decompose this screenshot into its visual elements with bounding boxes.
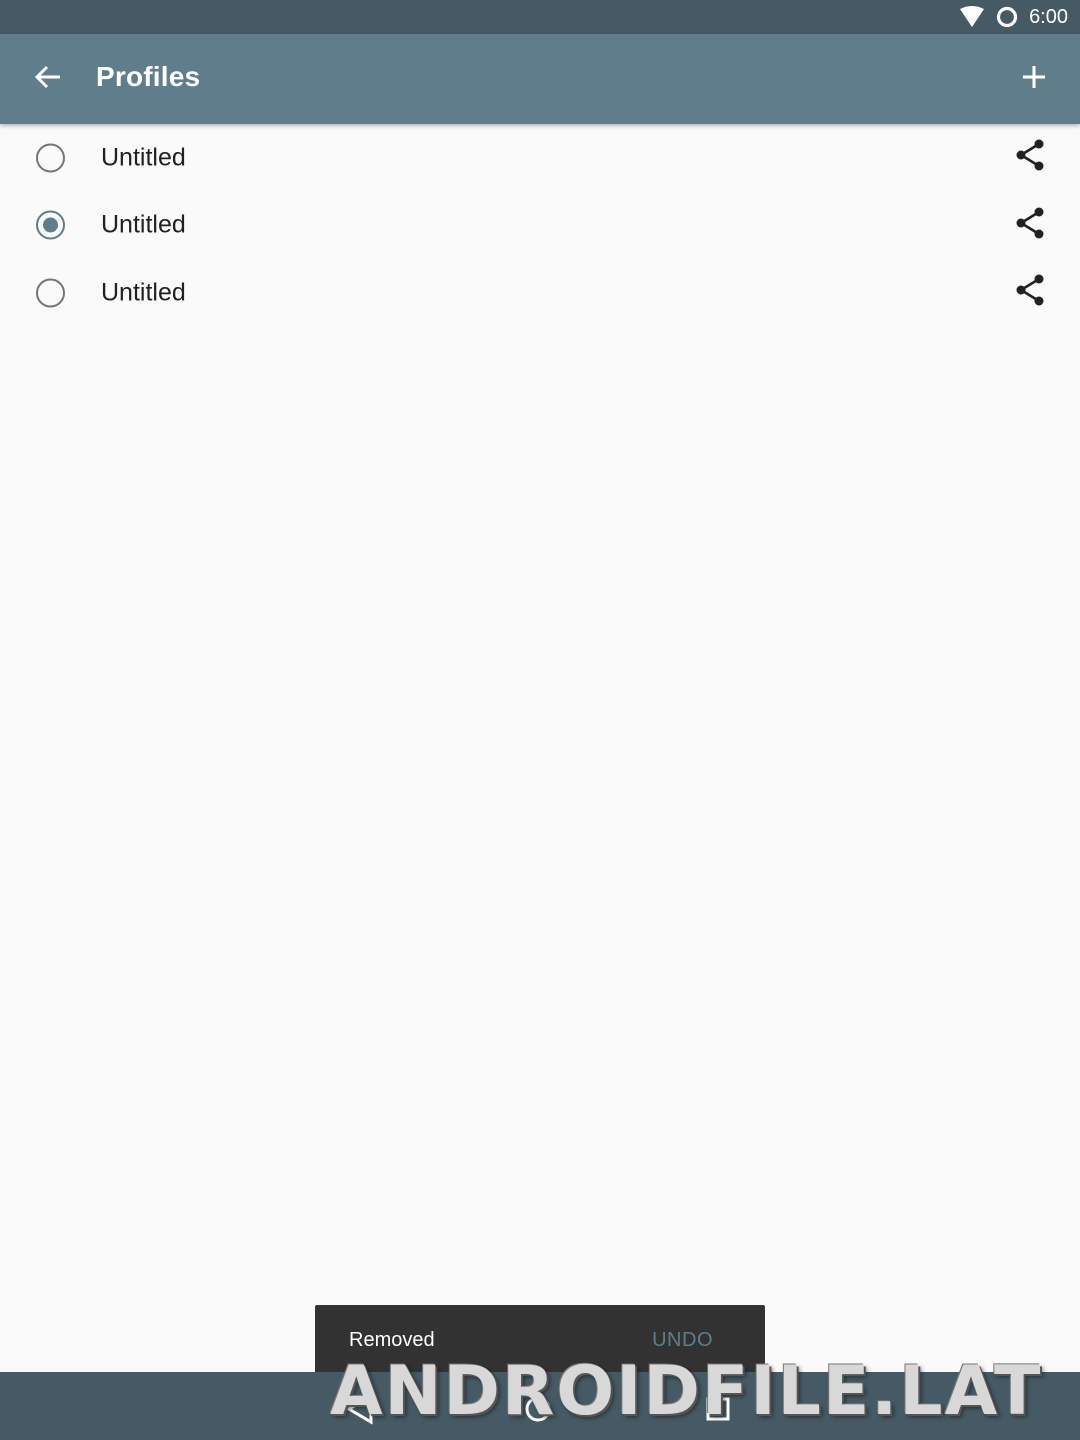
profile-name: Untitled <box>101 278 186 307</box>
share-icon <box>1015 139 1045 176</box>
profile-name: Untitled <box>101 210 186 239</box>
profile-radio[interactable] <box>36 143 65 173</box>
snackbar-message: Removed <box>349 1328 435 1351</box>
profile-row-3[interactable]: Untitled <box>0 259 1080 327</box>
arrow-back-icon <box>34 63 62 96</box>
status-time: 6:00 <box>1029 5 1068 28</box>
page-title: Profiles <box>96 61 201 92</box>
share-icon <box>1015 207 1045 244</box>
profile-list: Untitled Untitled Untitled <box>0 124 1080 327</box>
plus-icon <box>1022 65 1046 94</box>
back-button[interactable] <box>24 55 72 103</box>
share-button[interactable] <box>1010 205 1050 245</box>
share-icon <box>1015 274 1045 311</box>
app-bar: Profiles <box>0 34 1080 124</box>
undo-button[interactable]: UNDO <box>652 1329 713 1352</box>
profile-row-2[interactable]: Untitled <box>0 192 1080 260</box>
profile-radio-selected[interactable] <box>36 210 65 240</box>
share-button[interactable] <box>1010 138 1050 178</box>
add-profile-button[interactable] <box>1010 55 1058 103</box>
radio-dot <box>43 217 58 233</box>
status-bar: 6:00 <box>0 0 1080 34</box>
profile-name: Untitled <box>101 143 186 172</box>
share-button[interactable] <box>1010 273 1050 313</box>
profile-row-1[interactable]: Untitled <box>0 124 1080 192</box>
watermark-text: ANDROIDFILE.LAT <box>330 1352 1043 1431</box>
sync-ring-icon <box>995 5 1019 29</box>
wifi-icon <box>959 6 985 28</box>
profile-radio[interactable] <box>36 278 65 308</box>
